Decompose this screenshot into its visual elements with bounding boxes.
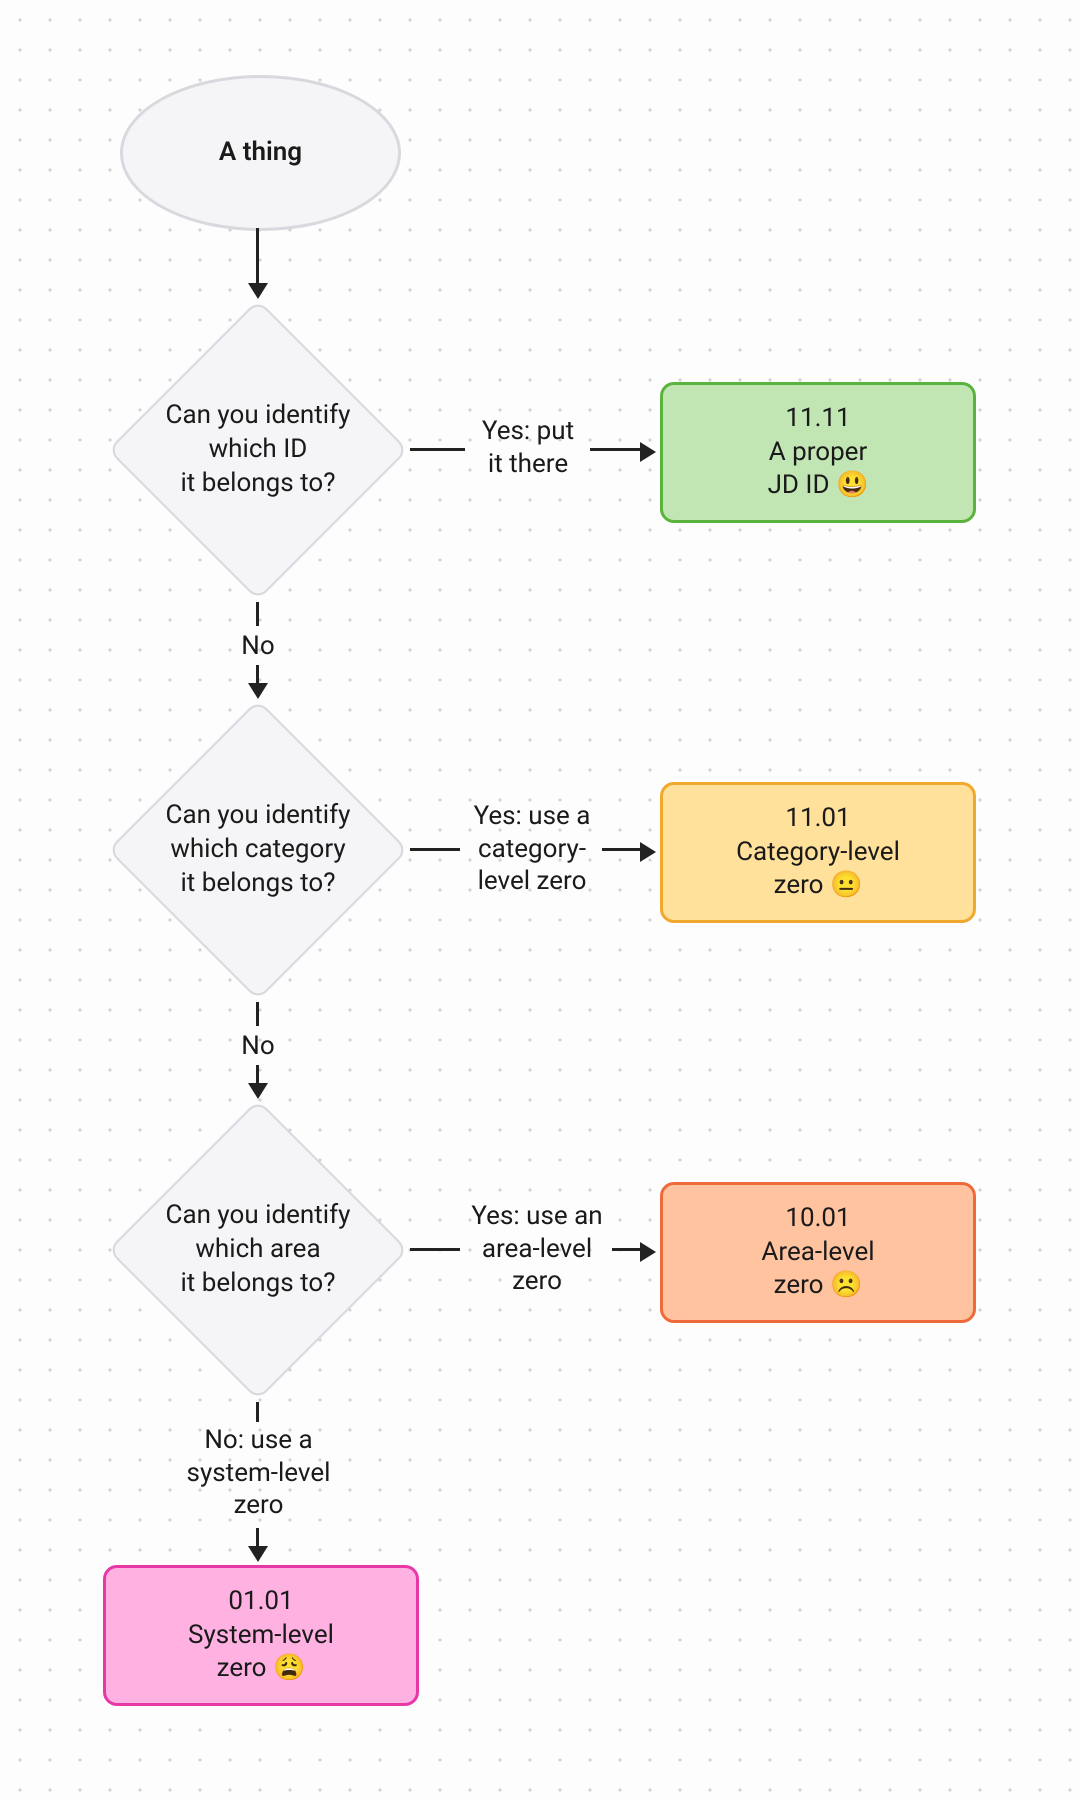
edge-d1-yes-label: Yes: put it there (468, 415, 588, 480)
edge-d2-no-line1 (256, 1002, 259, 1026)
edge-d2-yes-label: Yes: use a category- level zero (462, 800, 602, 898)
edge-d2-no-arrow (248, 1083, 268, 1099)
edge-d1-no-line1 (256, 602, 259, 626)
edge-d2-yes-line2 (602, 848, 640, 851)
edge-d1-yes-arrow (640, 442, 656, 462)
decision-area-question: Can you identify which area it belongs t… (166, 1199, 351, 1300)
edge-d3-yes-arrow (640, 1242, 656, 1262)
decision-category-question: Can you identify which category it belon… (166, 799, 351, 900)
decision-id-text: Can you identify which ID it belongs to? (108, 300, 408, 600)
result-system-zero-text: System-level zero 😩 (188, 1619, 334, 1687)
result-proper-id-code: 11.11 (785, 402, 850, 436)
edge-d3-no-arrow (248, 1546, 268, 1562)
result-proper-id: 11.11 A proper JD ID 😃 (660, 382, 976, 523)
edge-d3-no-line2 (256, 1528, 259, 1546)
edge-d2-no-line2 (256, 1065, 259, 1083)
edge-d1-yes-line2 (590, 448, 640, 451)
result-proper-id-text: A proper JD ID 😃 (768, 436, 869, 504)
result-category-zero-text: Category-level zero 😐 (736, 836, 900, 904)
edge-d1-yes-line1 (410, 448, 465, 451)
decision-area-text: Can you identify which area it belongs t… (108, 1100, 408, 1400)
edge-d2-yes-arrow (640, 842, 656, 862)
result-area-zero-text: Area-level zero ☹️ (761, 1236, 874, 1304)
start-node: A thing (120, 75, 401, 231)
edge-d1-no-arrow (248, 683, 268, 699)
edge-d2-no-label: No (238, 1030, 278, 1063)
result-area-zero-code: 10.01 (785, 1202, 850, 1236)
decision-category: Can you identify which category it belon… (108, 700, 408, 1000)
edge-d3-no-label: No: use a system-level zero (176, 1424, 341, 1522)
edge-d1-no-label: No (238, 630, 278, 663)
decision-category-text: Can you identify which category it belon… (108, 700, 408, 1000)
start-label: A thing (219, 136, 302, 170)
result-category-zero-code: 11.01 (785, 802, 850, 836)
result-system-zero: 01.01 System-level zero 😩 (103, 1565, 419, 1706)
edge-d3-yes-label: Yes: use an area-level zero (462, 1200, 612, 1298)
edge-start-d1-arrow (248, 283, 268, 299)
edge-d3-yes-line2 (612, 1248, 640, 1251)
result-system-zero-code: 01.01 (228, 1585, 293, 1619)
edge-start-d1-line (256, 228, 259, 283)
result-area-zero: 10.01 Area-level zero ☹️ (660, 1182, 976, 1323)
edge-d3-yes-line1 (410, 1248, 460, 1251)
edge-d1-no-line2 (256, 665, 259, 683)
edge-d2-yes-line1 (410, 848, 460, 851)
result-category-zero: 11.01 Category-level zero 😐 (660, 782, 976, 923)
decision-id-question: Can you identify which ID it belongs to? (166, 399, 351, 500)
decision-area: Can you identify which area it belongs t… (108, 1100, 408, 1400)
decision-id: Can you identify which ID it belongs to? (108, 300, 408, 600)
edge-d3-no-line1 (256, 1402, 259, 1422)
